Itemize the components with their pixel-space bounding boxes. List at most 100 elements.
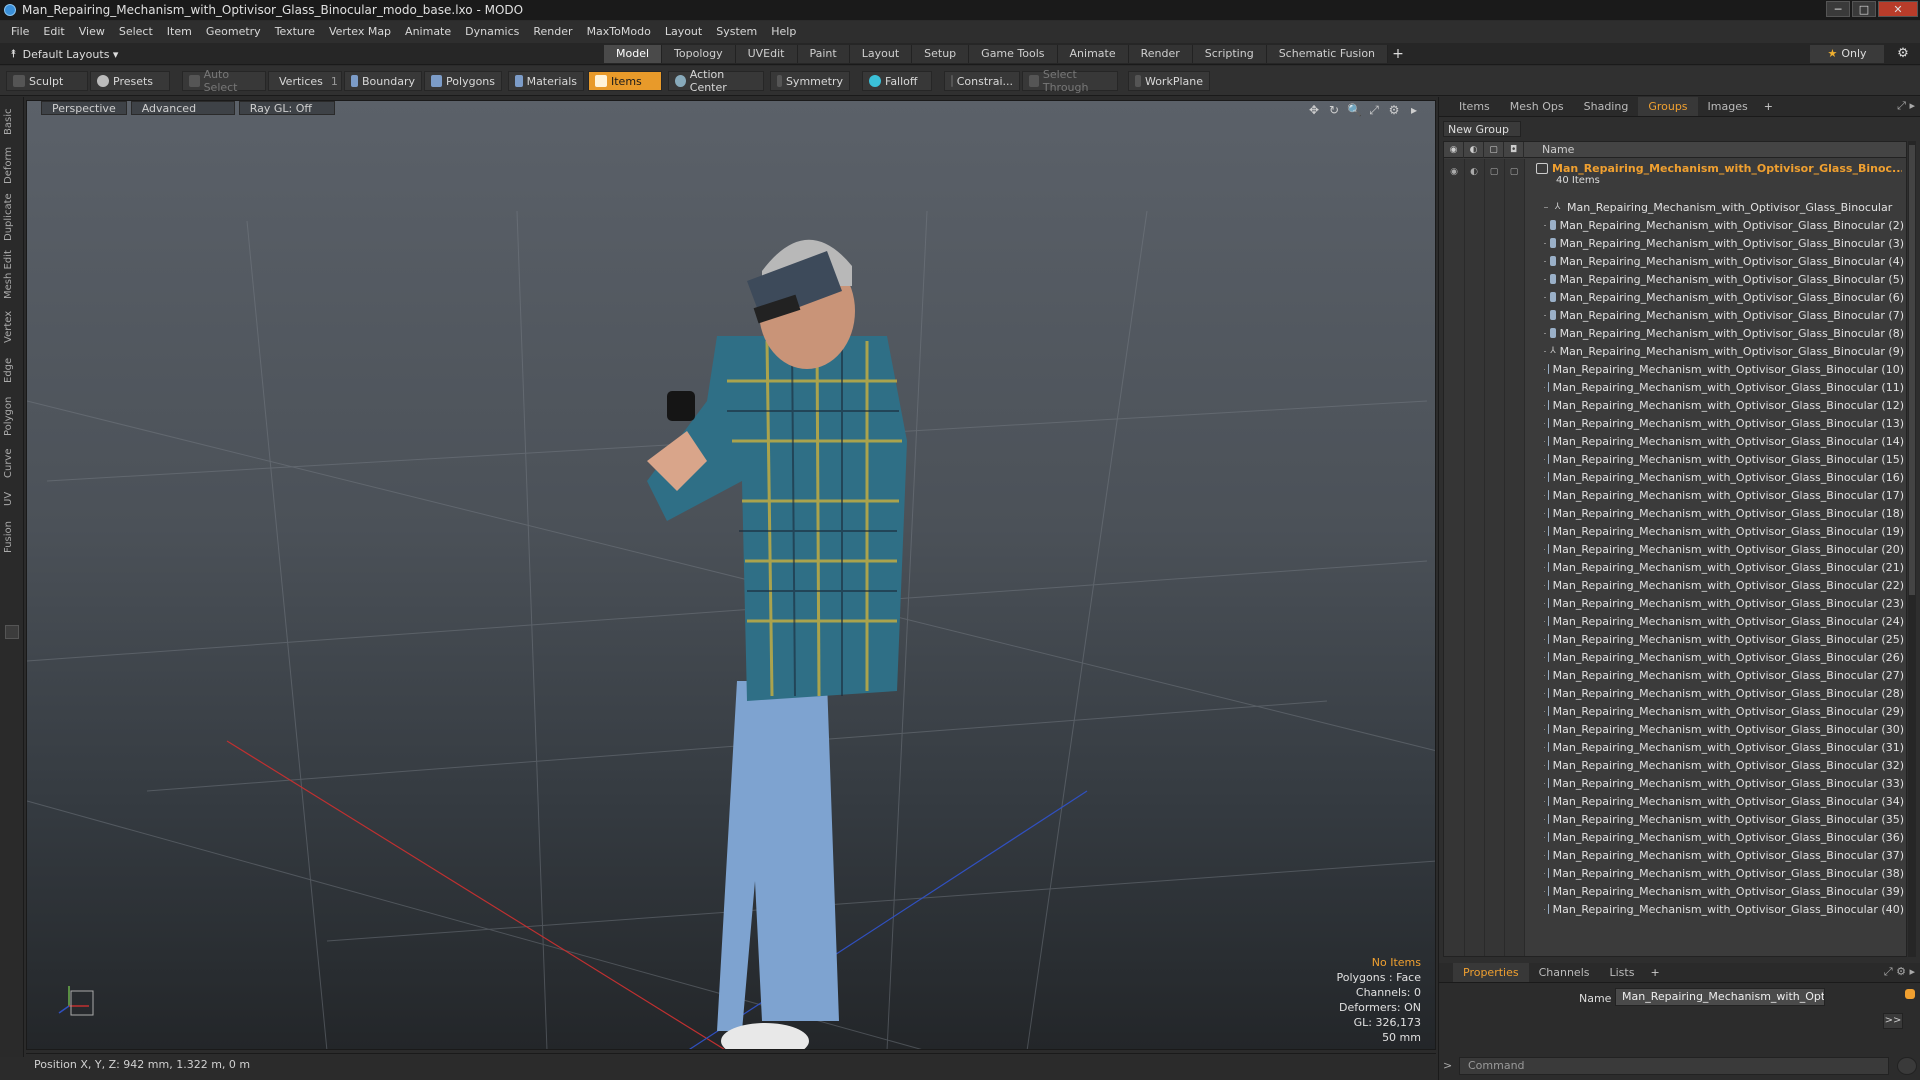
polygons-button[interactable]: Polygons	[424, 71, 502, 91]
minimize-button[interactable]: ─	[1826, 1, 1850, 17]
lock-column-icon[interactable]: ▢	[1484, 142, 1504, 158]
select-column-icon[interactable]: ◘	[1504, 142, 1524, 158]
menu-render[interactable]: Render	[526, 21, 579, 43]
tab-game-tools[interactable]: Game Tools	[969, 45, 1058, 63]
list-item[interactable]: Man_Repairing_Mechanism_with_Optivisor_G…	[1524, 414, 1904, 432]
sculpt-button[interactable]: Sculpt	[6, 71, 88, 91]
list-item[interactable]: Man_Repairing_Mechanism_with_Optivisor_G…	[1524, 774, 1904, 792]
list-item[interactable]: Man_Repairing_Mechanism_with_Optivisor_G…	[1524, 720, 1904, 738]
add-properties-tab-button[interactable]: +	[1644, 963, 1665, 982]
list-item[interactable]: Man_Repairing_Mechanism_with_Optivisor_G…	[1524, 828, 1904, 846]
tab-items[interactable]: Items	[1439, 97, 1500, 116]
action-center-button[interactable]: Action Center	[668, 68, 764, 94]
expand-panel-icon[interactable]: ⤢ ▸	[1897, 99, 1915, 113]
tab-uvedit[interactable]: UVEdit	[735, 45, 798, 63]
list-item[interactable]: Man_Repairing_Mechanism_with_Optivisor_G…	[1524, 684, 1904, 702]
maximize-viewport-icon[interactable]: ⤢	[1367, 103, 1381, 118]
tab-properties[interactable]: Properties	[1453, 963, 1529, 982]
vtab-uv[interactable]: UV	[3, 487, 21, 511]
list-item[interactable]: Man_Repairing_Mechanism_with_Optivisor_G…	[1524, 360, 1904, 378]
close-button[interactable]: ✕	[1878, 1, 1918, 17]
name-column-header[interactable]: Name	[1524, 142, 1574, 157]
items-button[interactable]: Items	[588, 71, 662, 91]
tab-shading[interactable]: Shading	[1574, 97, 1639, 116]
vertices-button[interactable]: Vertices 1	[268, 71, 342, 91]
list-item[interactable]: Man_Repairing_Mechanism_with_Optivisor_G…	[1524, 756, 1904, 774]
list-item[interactable]: Man_Repairing_Mechanism_with_Optivisor_G…	[1524, 666, 1904, 684]
name-field[interactable]: Man_Repairing_Mechanism_with_Optivisor_G…	[1615, 988, 1825, 1006]
scrollbar-thumb[interactable]	[1909, 145, 1915, 595]
visibility-column-icon[interactable]: ◉	[1444, 142, 1464, 158]
list-item[interactable]: Man_Repairing_Mechanism_with_Optivisor_G…	[1524, 792, 1904, 810]
tab-groups[interactable]: Groups	[1638, 97, 1698, 116]
vtab-mesh-edit[interactable]: Mesh Edit	[3, 249, 21, 301]
list-item[interactable]: Man_Repairing_Mechanism_with_Optivisor_G…	[1524, 288, 1904, 306]
menu-help[interactable]: Help	[764, 21, 803, 43]
symmetry-button[interactable]: Symmetry	[770, 71, 850, 91]
list-item[interactable]: Man_Repairing_Mechanism_with_Optivisor_G…	[1524, 378, 1904, 396]
list-item[interactable]: Man_Repairing_Mechanism_with_Optivisor_G…	[1524, 900, 1904, 918]
tab-lists[interactable]: Lists	[1600, 963, 1645, 982]
list-item[interactable]: Man_Repairing_Mechanism_with_Optivisor_G…	[1524, 846, 1904, 864]
menu-vertex-map[interactable]: Vertex Map	[322, 21, 398, 43]
rotate-icon[interactable]: ↻	[1327, 103, 1341, 118]
select-through-button[interactable]: Select Through	[1022, 68, 1118, 94]
menu-dynamics[interactable]: Dynamics	[458, 21, 526, 43]
list-item[interactable]: ⅄ Man_Repairing_Mechanism_with_Optivisor_…	[1524, 198, 1904, 216]
list-item[interactable]: Man_Repairing_Mechanism_with_Optivisor_G…	[1524, 432, 1904, 450]
only-button[interactable]: ★ Only	[1810, 45, 1884, 63]
group-select-icon[interactable]: ▢	[1508, 167, 1520, 177]
list-item[interactable]: Man_Repairing_Mechanism_with_Optivisor_G…	[1524, 306, 1904, 324]
pan-icon[interactable]: ✥	[1307, 103, 1321, 118]
constraints-button[interactable]: Constrai...	[944, 71, 1020, 91]
tab-channels[interactable]: Channels	[1529, 963, 1600, 982]
list-item[interactable]: Man_Repairing_Mechanism_with_Optivisor_G…	[1524, 630, 1904, 648]
list-item[interactable]: Man_Repairing_Mechanism_with_Optivisor_G…	[1524, 612, 1904, 630]
3d-viewport[interactable]: Perspective Advanced Ray GL: Off ✥ ↻ 🔍 ⤢…	[26, 100, 1436, 1050]
add-tab-button[interactable]: +	[1388, 45, 1408, 63]
vtab-basic[interactable]: Basic	[3, 105, 21, 139]
menu-animate[interactable]: Animate	[398, 21, 458, 43]
tab-animate[interactable]: Animate	[1057, 45, 1129, 63]
command-input[interactable]: Command	[1459, 1057, 1889, 1075]
list-item[interactable]: Man_Repairing_Mechanism_with_Optivisor_G…	[1524, 468, 1904, 486]
presets-button[interactable]: Presets	[90, 71, 170, 91]
expand-properties-icon[interactable]: ⤢ ⚙ ▸	[1884, 965, 1915, 979]
menu-view[interactable]: View	[72, 21, 112, 43]
menu-texture[interactable]: Texture	[268, 21, 322, 43]
workplane-button[interactable]: WorkPlane	[1128, 71, 1210, 91]
tab-images[interactable]: Images	[1698, 97, 1758, 116]
menu-edit[interactable]: Edit	[36, 21, 71, 43]
tab-setup[interactable]: Setup	[912, 45, 970, 63]
tab-scripting[interactable]: Scripting	[1192, 45, 1267, 63]
list-item[interactable]: Man_Repairing_Mechanism_with_Optivisor_G…	[1524, 396, 1904, 414]
tab-options-button[interactable]	[5, 625, 19, 639]
gear-icon[interactable]: ⚙	[1894, 45, 1912, 63]
list-item[interactable]: ⅄ Man_Repairing_Mechanism_with_Optivisor_…	[1524, 342, 1904, 360]
viewport-menu-icon[interactable]: ▸	[1407, 103, 1421, 118]
auto-select-button[interactable]: Auto Select	[182, 68, 266, 94]
add-panel-tab-button[interactable]: +	[1758, 97, 1779, 116]
maximize-button[interactable]: □	[1852, 1, 1876, 17]
advanced-shading-button[interactable]: Advanced	[130, 101, 235, 115]
tab-mesh-ops[interactable]: Mesh Ops	[1500, 97, 1574, 116]
menu-layout[interactable]: Layout	[658, 21, 709, 43]
new-group-button[interactable]: New Group	[1443, 121, 1521, 137]
tab-topology[interactable]: Topology	[662, 45, 736, 63]
group-row[interactable]: ◉ ◐ ▢ ▢ Man_Repairing_Mechanism_with_Opt…	[1450, 162, 1904, 192]
menu-select[interactable]: Select	[112, 21, 160, 43]
list-item[interactable]: Man_Repairing_Mechanism_with_Optivisor_G…	[1524, 216, 1904, 234]
menu-system[interactable]: System	[709, 21, 764, 43]
group-lock-icon[interactable]: ▢	[1488, 167, 1500, 177]
menu-maxtomodo[interactable]: MaxToModo	[580, 21, 658, 43]
vtab-fusion[interactable]: Fusion	[3, 517, 21, 557]
group-visibility-icon[interactable]: ◉	[1448, 167, 1460, 177]
list-item[interactable]: Man_Repairing_Mechanism_with_Optivisor_G…	[1524, 540, 1904, 558]
group-render-icon[interactable]: ◐	[1468, 167, 1480, 177]
render-column-icon[interactable]: ◐	[1464, 142, 1484, 158]
vtab-duplicate[interactable]: Duplicate	[3, 191, 21, 243]
list-item[interactable]: Man_Repairing_Mechanism_with_Optivisor_G…	[1524, 558, 1904, 576]
tree-scrollbar[interactable]	[1908, 141, 1916, 957]
list-item[interactable]: Man_Repairing_Mechanism_with_Optivisor_G…	[1524, 594, 1904, 612]
perspective-button[interactable]: Perspective	[41, 101, 127, 115]
